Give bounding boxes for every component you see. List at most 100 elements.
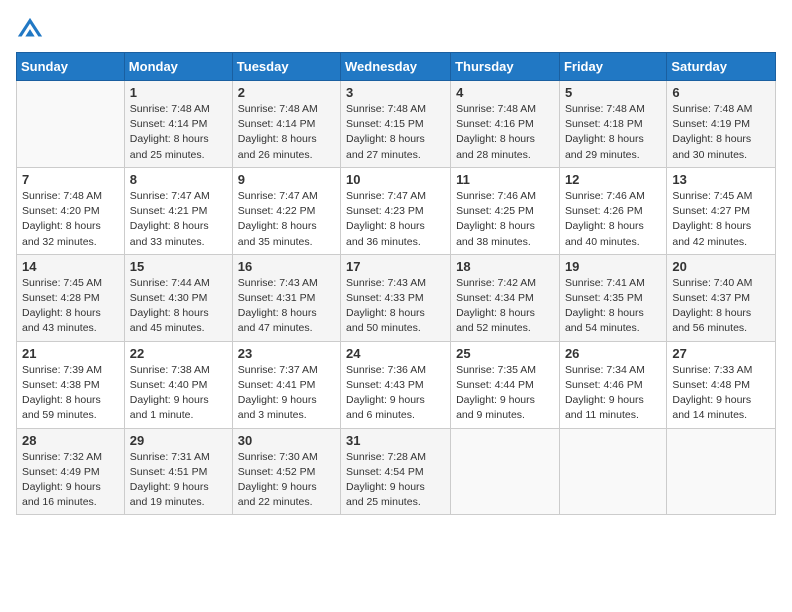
calendar-cell: 6Sunrise: 7:48 AMSunset: 4:19 PMDaylight… <box>667 81 776 168</box>
day-number: 20 <box>672 259 770 274</box>
day-info: Sunrise: 7:30 AMSunset: 4:52 PMDaylight:… <box>238 450 335 511</box>
calendar-cell: 8 Sunrise: 7:47 AMSunset: 4:21 PMDaylight… <box>124 167 232 254</box>
day-info: Sunrise: 7:48 AMSunset: 4:14 PMDaylight:… <box>130 102 227 163</box>
calendar-cell <box>17 81 125 168</box>
day-number: 1 <box>130 85 227 100</box>
logo-icon <box>16 16 44 44</box>
day-info: Sunrise: 7:32 AMSunset: 4:49 PMDaylight:… <box>22 450 119 511</box>
weekday-header: Friday <box>559 53 666 81</box>
calendar-cell: 14Sunrise: 7:45 AMSunset: 4:28 PMDayligh… <box>17 254 125 341</box>
day-info: Sunrise: 7:43 AMSunset: 4:31 PMDaylight:… <box>238 276 335 337</box>
day-number: 10 <box>346 172 445 187</box>
weekday-header: Saturday <box>667 53 776 81</box>
day-info: Sunrise: 7:35 AMSunset: 4:44 PMDaylight:… <box>456 363 554 424</box>
day-info: Sunrise: 7:44 AMSunset: 4:30 PMDaylight:… <box>130 276 227 337</box>
day-number: 2 <box>238 85 335 100</box>
calendar-cell: 13 Sunrise: 7:45 AMSunset: 4:27 PMDayligh… <box>667 167 776 254</box>
calendar-cell: 12 Sunrise: 7:46 AMSunset: 4:26 PMDayligh… <box>559 167 666 254</box>
day-info: Sunrise: 7:28 AMSunset: 4:54 PMDaylight:… <box>346 450 445 511</box>
calendar-week-row: 21 Sunrise: 7:39 AMSunset: 4:38 PMDayligh… <box>17 341 776 428</box>
calendar-cell: 16 Sunrise: 7:43 AMSunset: 4:31 PMDayligh… <box>232 254 340 341</box>
day-info: Sunrise: 7:47 AMSunset: 4:23 PMDaylight:… <box>346 189 445 250</box>
day-info: Sunrise: 7:48 AMSunset: 4:18 PMDaylight:… <box>565 102 661 163</box>
day-info: Sunrise: 7:38 AMSunset: 4:40 PMDaylight:… <box>130 363 227 424</box>
day-number: 24 <box>346 346 445 361</box>
day-number: 18 <box>456 259 554 274</box>
calendar-week-row: 1 Sunrise: 7:48 AMSunset: 4:14 PMDaylight… <box>17 81 776 168</box>
calendar-week-row: 7 Sunrise: 7:48 AMSunset: 4:20 PMDaylight… <box>17 167 776 254</box>
calendar-cell: 1 Sunrise: 7:48 AMSunset: 4:14 PMDaylight… <box>124 81 232 168</box>
day-number: 23 <box>238 346 335 361</box>
day-info: Sunrise: 7:39 AMSunset: 4:38 PMDaylight:… <box>22 363 119 424</box>
day-info: Sunrise: 7:45 AMSunset: 4:27 PMDaylight:… <box>672 189 770 250</box>
calendar-cell: 19 Sunrise: 7:41 AMSunset: 4:35 PMDayligh… <box>559 254 666 341</box>
day-info: Sunrise: 7:43 AMSunset: 4:33 PMDaylight:… <box>346 276 445 337</box>
calendar-header: SundayMondayTuesdayWednesdayThursdayFrid… <box>17 53 776 81</box>
calendar-cell <box>559 428 666 515</box>
weekday-header: Sunday <box>17 53 125 81</box>
calendar-cell: 29Sunrise: 7:31 AMSunset: 4:51 PMDayligh… <box>124 428 232 515</box>
calendar-cell: 11 Sunrise: 7:46 AMSunset: 4:25 PMDayligh… <box>451 167 560 254</box>
calendar-cell: 22 Sunrise: 7:38 AMSunset: 4:40 PMDayligh… <box>124 341 232 428</box>
day-number: 15 <box>130 259 227 274</box>
day-number: 30 <box>238 433 335 448</box>
day-number: 25 <box>456 346 554 361</box>
day-number: 27 <box>672 346 770 361</box>
calendar-cell: 15 Sunrise: 7:44 AMSunset: 4:30 PMDayligh… <box>124 254 232 341</box>
day-info: Sunrise: 7:40 AMSunset: 4:37 PMDaylight:… <box>672 276 770 337</box>
day-number: 8 <box>130 172 227 187</box>
calendar-cell: 4Sunrise: 7:48 AMSunset: 4:16 PMDaylight… <box>451 81 560 168</box>
calendar-table: SundayMondayTuesdayWednesdayThursdayFrid… <box>16 52 776 515</box>
calendar-body: 1 Sunrise: 7:48 AMSunset: 4:14 PMDaylight… <box>17 81 776 515</box>
day-info: Sunrise: 7:46 AMSunset: 4:25 PMDaylight:… <box>456 189 554 250</box>
day-number: 26 <box>565 346 661 361</box>
day-number: 28 <box>22 433 119 448</box>
weekday-header: Monday <box>124 53 232 81</box>
calendar-cell: 17 Sunrise: 7:43 AMSunset: 4:33 PMDayligh… <box>341 254 451 341</box>
day-number: 11 <box>456 172 554 187</box>
day-number: 12 <box>565 172 661 187</box>
day-number: 31 <box>346 433 445 448</box>
day-info: Sunrise: 7:46 AMSunset: 4:26 PMDaylight:… <box>565 189 661 250</box>
day-number: 4 <box>456 85 554 100</box>
day-number: 17 <box>346 259 445 274</box>
calendar-cell: 31 Sunrise: 7:28 AMSunset: 4:54 PMDayligh… <box>341 428 451 515</box>
day-number: 22 <box>130 346 227 361</box>
calendar-cell: 26 Sunrise: 7:34 AMSunset: 4:46 PMDayligh… <box>559 341 666 428</box>
day-info: Sunrise: 7:47 AMSunset: 4:21 PMDaylight:… <box>130 189 227 250</box>
day-info: Sunrise: 7:48 AMSunset: 4:14 PMDaylight:… <box>238 102 335 163</box>
weekday-header: Wednesday <box>341 53 451 81</box>
weekday-header: Tuesday <box>232 53 340 81</box>
calendar-cell: 18 Sunrise: 7:42 AMSunset: 4:34 PMDayligh… <box>451 254 560 341</box>
day-number: 21 <box>22 346 119 361</box>
day-number: 13 <box>672 172 770 187</box>
day-number: 9 <box>238 172 335 187</box>
calendar-cell: 10 Sunrise: 7:47 AMSunset: 4:23 PMDayligh… <box>341 167 451 254</box>
day-info: Sunrise: 7:45 AMSunset: 4:28 PMDaylight:… <box>22 276 119 337</box>
calendar-cell: 9Sunrise: 7:47 AMSunset: 4:22 PMDaylight… <box>232 167 340 254</box>
calendar-cell: 30 Sunrise: 7:30 AMSunset: 4:52 PMDayligh… <box>232 428 340 515</box>
calendar-cell: 25 Sunrise: 7:35 AMSunset: 4:44 PMDayligh… <box>451 341 560 428</box>
day-number: 16 <box>238 259 335 274</box>
calendar-week-row: 14Sunrise: 7:45 AMSunset: 4:28 PMDayligh… <box>17 254 776 341</box>
day-info: Sunrise: 7:41 AMSunset: 4:35 PMDaylight:… <box>565 276 661 337</box>
logo <box>16 16 48 44</box>
day-info: Sunrise: 7:31 AMSunset: 4:51 PMDaylight:… <box>130 450 227 511</box>
header-row: SundayMondayTuesdayWednesdayThursdayFrid… <box>17 53 776 81</box>
calendar-cell: 27 Sunrise: 7:33 AMSunset: 4:48 PMDayligh… <box>667 341 776 428</box>
calendar-cell: 24Sunrise: 7:36 AMSunset: 4:43 PMDayligh… <box>341 341 451 428</box>
day-info: Sunrise: 7:37 AMSunset: 4:41 PMDaylight:… <box>238 363 335 424</box>
day-number: 7 <box>22 172 119 187</box>
weekday-header: Thursday <box>451 53 560 81</box>
day-info: Sunrise: 7:34 AMSunset: 4:46 PMDaylight:… <box>565 363 661 424</box>
calendar-cell: 28 Sunrise: 7:32 AMSunset: 4:49 PMDayligh… <box>17 428 125 515</box>
day-info: Sunrise: 7:48 AMSunset: 4:19 PMDaylight:… <box>672 102 770 163</box>
day-info: Sunrise: 7:48 AMSunset: 4:15 PMDaylight:… <box>346 102 445 163</box>
calendar-cell: 23 Sunrise: 7:37 AMSunset: 4:41 PMDayligh… <box>232 341 340 428</box>
day-number: 5 <box>565 85 661 100</box>
day-info: Sunrise: 7:48 AMSunset: 4:20 PMDaylight:… <box>22 189 119 250</box>
day-info: Sunrise: 7:33 AMSunset: 4:48 PMDaylight:… <box>672 363 770 424</box>
day-number: 19 <box>565 259 661 274</box>
calendar-cell <box>451 428 560 515</box>
day-info: Sunrise: 7:42 AMSunset: 4:34 PMDaylight:… <box>456 276 554 337</box>
